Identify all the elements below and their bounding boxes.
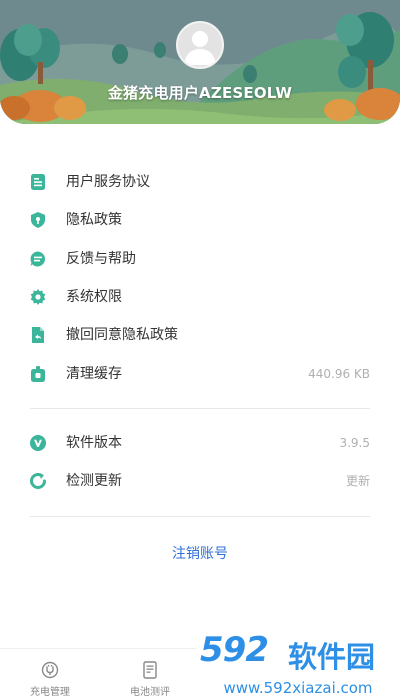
menu-label: 用户服务协议	[66, 174, 150, 190]
divider	[30, 516, 370, 517]
divider	[30, 408, 370, 409]
tab-charging-management[interactable]: 充电管理	[0, 649, 100, 700]
version-icon	[30, 435, 46, 451]
update-link[interactable]: 更新	[346, 462, 370, 500]
refresh-icon	[30, 473, 46, 489]
watermark-number: 592	[200, 630, 269, 670]
version-number: 3.9.5	[339, 436, 370, 450]
logout-account-button[interactable]: 注销账号	[0, 544, 400, 564]
avatar[interactable]	[176, 21, 224, 69]
shield-icon	[31, 212, 45, 228]
cache-size: 440.96 KB	[308, 367, 370, 381]
file-revoke-icon	[32, 327, 44, 343]
watermark-brand: 软件园	[288, 640, 376, 674]
username: 金猪充电用户AZESEOLW	[107, 84, 293, 102]
menu-label: 检测更新	[66, 473, 122, 489]
cleaner-icon	[31, 366, 45, 382]
plug-icon	[41, 661, 59, 679]
chat-icon	[30, 251, 45, 267]
menu-item-system-permissions[interactable]: 系统权限	[0, 278, 400, 316]
menu-label: 系统权限	[66, 289, 122, 305]
menu-item-feedback-help[interactable]: 反馈与帮助	[0, 240, 400, 278]
menu-item-software-version[interactable]: 软件版本 3.9.5	[0, 424, 400, 462]
menu-item-privacy-policy[interactable]: 隐私政策	[0, 201, 400, 239]
watermark-logo: 592 软件园	[196, 628, 400, 676]
tab-battery-test[interactable]: 电池测评	[100, 649, 200, 700]
menu-label: 撤回同意隐私政策	[66, 327, 178, 343]
site-watermark: 592 软件园 www.592xiazai.com	[196, 628, 400, 700]
menu-item-revoke-privacy[interactable]: 撤回同意隐私政策	[0, 316, 400, 354]
menu-item-check-update[interactable]: 检测更新 更新	[0, 462, 400, 500]
menu-label: 清理缓存	[66, 366, 122, 382]
document-icon	[31, 174, 45, 190]
gear-icon	[30, 289, 46, 305]
tab-label: 电池测评	[130, 687, 170, 698]
menu-label: 软件版本	[66, 435, 122, 451]
menu-label: 隐私政策	[66, 212, 122, 228]
profile-header: 金猪充电用户AZESEOLW	[0, 0, 400, 124]
menu-item-user-agreement[interactable]: 用户服务协议	[0, 163, 400, 201]
watermark-url: www.592xiazai.com	[196, 676, 400, 700]
tab-label: 充电管理	[30, 687, 70, 698]
menu-label: 反馈与帮助	[66, 251, 136, 267]
menu-item-clear-cache[interactable]: 清理缓存 440.96 KB	[0, 355, 400, 393]
battery-report-icon	[143, 661, 157, 679]
user-silhouette-icon	[184, 31, 216, 65]
